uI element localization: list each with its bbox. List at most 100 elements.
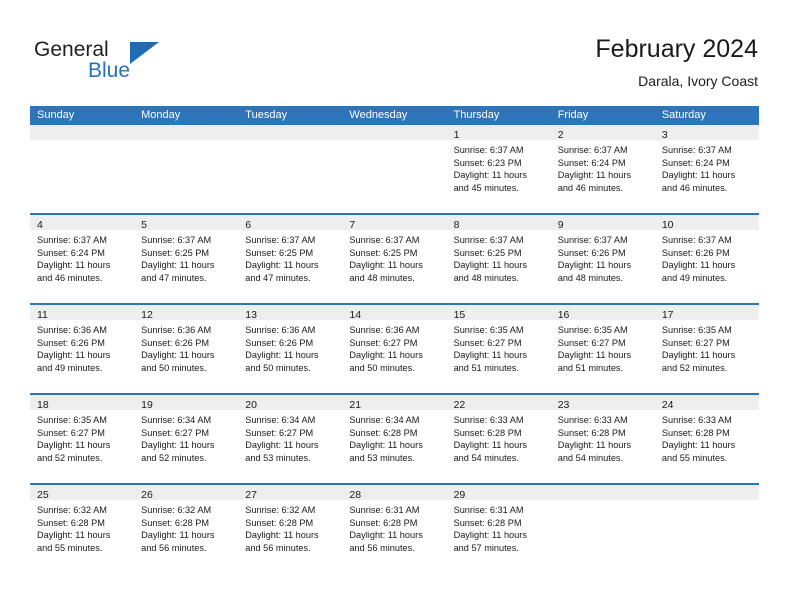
day-info: Sunrise: 6:31 AM Sunset: 6:28 PM Daylight:… [342,500,446,554]
sunrise-text: Sunrise: 6:37 AM [453,235,524,245]
day-cell[interactable]: 11 Sunrise: 6:36 AM Sunset: 6:26 PM Dayligh… [30,305,135,393]
day-number: 21 [349,399,362,411]
sunrise-text: Sunrise: 6:36 AM [245,325,316,335]
daylight-text-line2: and 56 minutes. [349,542,415,553]
day-number-band: 21 [342,395,447,411]
sunrise-text: Sunrise: 6:36 AM [37,325,107,335]
sunset-text: Sunset: 6:24 PM [661,157,730,168]
sunset-text: Sunset: 6:28 PM [37,517,105,528]
day-number-band: 14 [342,305,447,321]
daylight-text-line1: Daylight: 11 hours [141,260,215,271]
day-cell[interactable]: 2 Sunrise: 6:37 AM Sunset: 6:24 PM Daylight… [550,125,655,213]
day-info: Sunrise: 6:33 AM Sunset: 6:28 PM Daylight:… [655,410,759,464]
day-info [655,500,759,504]
day-cell[interactable]: 23 Sunrise: 6:33 AM Sunset: 6:28 PM Dayligh… [550,395,655,483]
sunrise-text: Sunrise: 6:33 AM [557,415,628,425]
day-cell[interactable]: 16 Sunrise: 6:35 AM Sunset: 6:27 PM Dayligh… [550,305,655,393]
day-info: Sunrise: 6:37 AM Sunset: 6:23 PM Daylight:… [447,140,551,194]
daylight-text-line1: Daylight: 11 hours [661,260,736,271]
day-number-band: 1 [446,125,551,141]
day-cell[interactable]: 4 Sunrise: 6:37 AM Sunset: 6:24 PM Daylight… [30,215,135,303]
day-number-band: 22 [446,395,551,411]
day-cell[interactable]: 19 Sunrise: 6:34 AM Sunset: 6:27 PM Dayligh… [134,395,239,483]
day-cell-empty [134,125,239,213]
day-number: 11 [37,309,48,321]
weekday-header-sunday: Sunday [37,109,75,121]
day-number: 2 [557,129,564,141]
day-number-band: 15 [446,305,551,321]
day-cell[interactable]: 25 Sunrise: 6:32 AM Sunset: 6:28 PM Dayligh… [30,485,135,575]
day-cell[interactable]: 17 Sunrise: 6:35 AM Sunset: 6:27 PM Dayligh… [654,305,759,393]
day-cell[interactable]: 6 Sunrise: 6:37 AM Sunset: 6:25 PM Daylight… [238,215,343,303]
daylight-text-line1: Daylight: 11 hours [245,260,319,271]
page-title: February 2024 [595,35,758,63]
day-cell[interactable]: 26 Sunrise: 6:32 AM Sunset: 6:28 PM Dayligh… [134,485,239,575]
sunset-text: Sunset: 6:27 PM [661,337,730,348]
daylight-text-line2: and 52 minutes. [661,362,728,373]
day-cell[interactable]: 1 Sunrise: 6:37 AM Sunset: 6:23 PM Daylight… [446,125,551,213]
daylight-text-line2: and 53 minutes. [349,452,415,463]
day-info: Sunrise: 6:34 AM Sunset: 6:27 PM Daylight:… [134,410,238,464]
day-cell[interactable]: 27 Sunrise: 6:32 AM Sunset: 6:28 PM Dayligh… [238,485,343,575]
sunset-text: Sunset: 6:27 PM [141,427,210,438]
day-cell[interactable]: 5 Sunrise: 6:37 AM Sunset: 6:25 PM Daylight… [134,215,239,303]
daylight-text-line2: and 49 minutes. [661,272,728,283]
day-cell[interactable]: 12 Sunrise: 6:36 AM Sunset: 6:26 PM Dayligh… [134,305,239,393]
daylight-text-line1: Daylight: 11 hours [453,440,527,451]
day-info: Sunrise: 6:33 AM Sunset: 6:28 PM Daylight:… [447,410,551,464]
calendar-page: General Blue February 2024 Darala, Ivory… [0,0,792,612]
day-cell[interactable]: 13 Sunrise: 6:36 AM Sunset: 6:26 PM Dayligh… [238,305,343,393]
day-cell[interactable]: 15 Sunrise: 6:35 AM Sunset: 6:27 PM Dayligh… [446,305,551,393]
daylight-text-line1: Daylight: 11 hours [245,440,319,451]
calendar-grid: Sunday Monday Tuesday Wednesday Thursday Frid… [30,106,759,575]
day-number: 29 [453,489,466,501]
day-number-band: 19 [134,395,239,411]
day-number-band: 26 [134,485,239,501]
daylight-text-line1: Daylight: 11 hours [453,260,527,271]
day-cell[interactable]: 10 Sunrise: 6:37 AM Sunset: 6:26 PM Dayligh… [654,215,759,303]
day-cell[interactable]: 3 Sunrise: 6:37 AM Sunset: 6:24 PM Daylight… [654,125,759,213]
daylight-text-line1: Daylight: 11 hours [557,440,632,451]
day-info: Sunrise: 6:36 AM Sunset: 6:26 PM Daylight:… [30,320,134,374]
daylight-text-line2: and 56 minutes. [245,542,311,553]
day-cell[interactable]: 7 Sunrise: 6:37 AM Sunset: 6:25 PM Daylight… [342,215,447,303]
day-cell[interactable]: 9 Sunrise: 6:37 AM Sunset: 6:26 PM Daylight… [550,215,655,303]
sunrise-text: Sunrise: 6:37 AM [349,235,420,245]
daylight-text-line1: Daylight: 11 hours [245,530,319,541]
day-info: Sunrise: 6:37 AM Sunset: 6:26 PM Daylight:… [655,230,759,284]
day-cell[interactable]: 22 Sunrise: 6:33 AM Sunset: 6:28 PM Dayligh… [446,395,551,483]
day-cell[interactable]: 18 Sunrise: 6:35 AM Sunset: 6:27 PM Dayligh… [30,395,135,483]
sunset-text: Sunset: 6:28 PM [453,517,522,528]
day-info: Sunrise: 6:32 AM Sunset: 6:28 PM Daylight:… [134,500,238,554]
day-cell[interactable]: 21 Sunrise: 6:34 AM Sunset: 6:28 PM Dayligh… [342,395,447,483]
day-cell[interactable]: 29 Sunrise: 6:31 AM Sunset: 6:28 PM Dayligh… [446,485,551,575]
daylight-text-line1: Daylight: 11 hours [349,440,423,451]
day-cell-empty [550,485,655,575]
day-number: 19 [141,399,153,411]
day-info: Sunrise: 6:37 AM Sunset: 6:26 PM Daylight:… [551,230,655,284]
day-cell[interactable]: 20 Sunrise: 6:34 AM Sunset: 6:27 PM Dayligh… [238,395,343,483]
daylight-text-line2: and 47 minutes. [245,272,311,283]
weekday-header-thursday: Thursday [453,109,500,121]
day-cell[interactable]: 28 Sunrise: 6:31 AM Sunset: 6:28 PM Dayligh… [342,485,447,575]
day-number-band: 10 [654,215,759,231]
day-number: 5 [141,219,147,231]
daylight-text-line2: and 50 minutes. [349,362,415,373]
title-block: February 2024 Darala, Ivory Coast [595,34,758,90]
day-number-band: 17 [654,305,759,321]
daylight-text-line2: and 49 minutes. [37,362,103,373]
sunrise-text: Sunrise: 6:34 AM [141,415,212,425]
day-number: 24 [661,399,674,411]
daylight-text-line2: and 46 minutes. [557,182,624,193]
day-cell[interactable]: 8 Sunrise: 6:37 AM Sunset: 6:25 PM Daylight… [446,215,551,303]
day-number-band [550,485,655,500]
day-info [238,140,342,144]
daylight-text-line2: and 48 minutes. [557,272,624,283]
weekday-header-tuesday: Tuesday [245,109,288,121]
day-cell[interactable]: 24 Sunrise: 6:33 AM Sunset: 6:28 PM Dayligh… [654,395,759,483]
daylight-text-line2: and 50 minutes. [141,362,207,373]
day-number-band: 8 [446,215,551,231]
day-number: 13 [245,309,257,321]
day-cell[interactable]: 14 Sunrise: 6:36 AM Sunset: 6:27 PM Dayligh… [342,305,447,393]
sunset-text: Sunset: 6:28 PM [453,427,522,438]
